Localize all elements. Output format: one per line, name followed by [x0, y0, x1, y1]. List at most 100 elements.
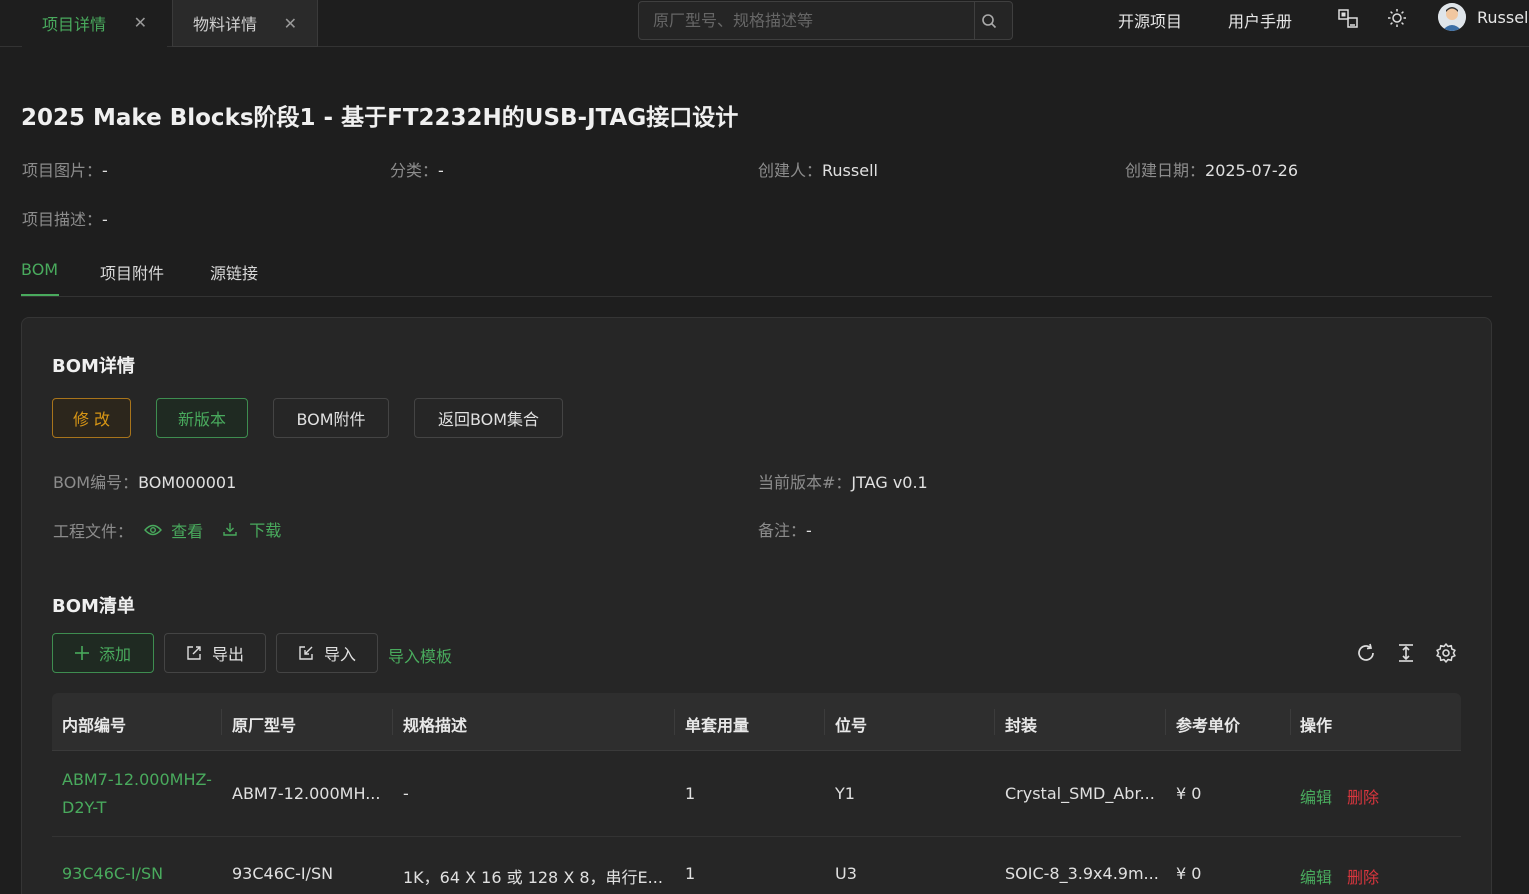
category-field: 分类：-	[390, 157, 444, 181]
field-label: 当前版本#：	[758, 473, 852, 492]
column-divider[interactable]	[674, 709, 675, 735]
internal-number-link[interactable]: ABM7-12.000MHZ-D2Y-T	[62, 766, 220, 822]
edit-row-link[interactable]: 编辑	[1300, 864, 1332, 888]
table-row: 93C46C-I/SN 93C46C-I/SN 1K，64 X 16 或 128…	[52, 837, 1461, 894]
search-box	[638, 1, 1013, 40]
view-link[interactable]: 查看	[144, 518, 203, 542]
price-cell: ¥ 0	[1176, 864, 1202, 883]
table-row: ABM7-12.000MHZ-D2Y-T ABM7-12.000MH... - …	[52, 751, 1461, 837]
current-version-field: 当前版本#：JTAG v0.1	[758, 469, 928, 493]
project-files-field: 工程文件： 查看 下载	[53, 517, 281, 542]
page-title: 2025 Make Blocks阶段1 - 基于FT2232H的USB-JTAG…	[21, 105, 739, 131]
search-button[interactable]	[974, 2, 1012, 39]
package-cell: SOIC-8_3.9x4.9m...	[1005, 864, 1159, 883]
tab-bom[interactable]: BOM	[21, 260, 58, 279]
edit-button[interactable]: 修 改	[52, 398, 131, 438]
search-input[interactable]	[639, 2, 974, 39]
sun-icon[interactable]	[1385, 6, 1409, 30]
top-bar: 项目详情 ✕ 物料详情 ✕ 开源项目 用户手册 Russell	[0, 0, 1529, 47]
field-value: JTAG v0.1	[851, 473, 928, 492]
active-tab-indicator	[21, 294, 59, 296]
import-icon	[299, 646, 313, 660]
tab-project-detail[interactable]: 项目详情 ✕	[22, 0, 167, 47]
qty-cell: 1	[685, 784, 696, 803]
eye-icon	[144, 524, 163, 536]
export-button[interactable]: 导出	[164, 633, 266, 673]
column-header[interactable]: 内部编号	[62, 712, 126, 736]
created-date-field: 创建日期：2025-07-26	[1125, 157, 1298, 181]
column-divider[interactable]	[824, 709, 825, 735]
refresh-icon[interactable]	[1354, 641, 1378, 665]
tab-source-links[interactable]: 源链接	[210, 260, 258, 284]
translate-icon[interactable]	[1336, 6, 1360, 30]
column-divider[interactable]	[1165, 709, 1166, 735]
tab-label: 项目详情	[42, 14, 107, 34]
bom-list-title: BOM清单	[52, 596, 135, 617]
spec-cell: 1K，64 X 16 或 128 X 8，串行E...	[403, 868, 663, 887]
download-link[interactable]: 下载	[222, 517, 281, 541]
mpn-cell: ABM7-12.000MH...	[232, 784, 381, 803]
username[interactable]: Russell	[1477, 8, 1529, 27]
gear-icon[interactable]	[1434, 641, 1458, 665]
field-value: 2025-07-26	[1205, 161, 1298, 180]
creator-field: 创建人：Russell	[758, 157, 878, 181]
edit-row-link[interactable]: 编辑	[1300, 784, 1332, 808]
column-header[interactable]: 参考单价	[1176, 712, 1240, 736]
column-divider[interactable]	[221, 709, 222, 735]
column-header[interactable]: 操作	[1300, 712, 1332, 736]
bom-detail-title: BOM详情	[52, 356, 135, 377]
close-icon[interactable]: ✕	[134, 13, 147, 32]
table-header: 内部编号 原厂型号 规格描述 单套用量 位号 封装 参考单价 操作	[52, 693, 1461, 751]
close-icon[interactable]: ✕	[284, 14, 297, 33]
new-version-button[interactable]: 新版本	[156, 398, 248, 438]
back-to-bom-collection-button[interactable]: 返回BOM集合	[414, 398, 563, 438]
package-cell: Crystal_SMD_Abr...	[1005, 784, 1155, 803]
column-header[interactable]: 原厂型号	[232, 712, 296, 736]
column-header[interactable]: 单套用量	[685, 712, 749, 736]
add-button[interactable]: 添加	[52, 633, 154, 673]
bom-attachments-button[interactable]: BOM附件	[273, 398, 389, 438]
field-value: -	[438, 161, 444, 180]
field-label: 创建日期：	[1125, 161, 1206, 180]
download-label: 下载	[249, 521, 282, 540]
import-template-link[interactable]: 导入模板	[388, 643, 452, 667]
price-cell: ¥ 0	[1176, 784, 1202, 803]
field-value: -	[102, 210, 108, 229]
section-tabs: BOM 项目附件 源链接	[21, 257, 1492, 297]
field-label: 创建人：	[758, 161, 823, 180]
tab-label: 物料详情	[193, 15, 258, 34]
tab-project-attachments[interactable]: 项目附件	[100, 260, 164, 284]
column-header[interactable]: 封装	[1005, 712, 1037, 736]
import-button[interactable]: 导入	[276, 633, 378, 673]
column-divider[interactable]	[1290, 709, 1291, 735]
ref-cell: U3	[835, 864, 857, 883]
mpn-cell: 93C46C-I/SN	[232, 864, 334, 883]
field-value: -	[806, 521, 812, 540]
spec-cell: -	[403, 784, 409, 803]
tab-material-detail[interactable]: 物料详情 ✕	[172, 0, 318, 47]
column-height-icon[interactable]	[1394, 641, 1418, 665]
field-label: 项目描述：	[22, 210, 103, 229]
field-label: 备注：	[758, 521, 807, 540]
search-icon	[981, 13, 996, 28]
qty-cell: 1	[685, 864, 696, 883]
delete-row-link[interactable]: 删除	[1347, 784, 1379, 808]
field-value: BOM000001	[138, 473, 237, 492]
open-source-link[interactable]: 开源项目	[1118, 8, 1182, 32]
remark-field: 备注：-	[758, 517, 812, 541]
ref-cell: Y1	[835, 784, 855, 803]
user-manual-link[interactable]: 用户手册	[1228, 8, 1292, 32]
internal-number-link[interactable]: 93C46C-I/SN	[62, 864, 220, 883]
column-divider[interactable]	[392, 709, 393, 735]
field-label: 项目图片：	[22, 161, 103, 180]
column-header[interactable]: 规格描述	[403, 712, 467, 736]
field-value: Russell	[822, 161, 878, 180]
field-label: 工程文件：	[53, 522, 134, 541]
export-icon	[187, 646, 201, 660]
avatar[interactable]	[1438, 3, 1466, 31]
column-divider[interactable]	[994, 709, 995, 735]
delete-row-link[interactable]: 删除	[1347, 864, 1379, 888]
project-description-field: 项目描述：-	[22, 206, 108, 230]
add-label: 添加	[98, 645, 131, 664]
column-header[interactable]: 位号	[835, 712, 867, 736]
